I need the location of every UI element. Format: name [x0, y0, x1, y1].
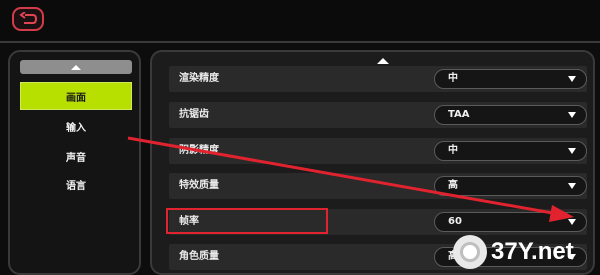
watermark: 37Y.net — [453, 232, 598, 272]
back-button[interactable] — [12, 7, 44, 31]
shadow-precision-dropdown[interactable]: 中 — [434, 141, 587, 161]
frame-rate-highlight-box — [166, 208, 328, 234]
setting-label: 渲染精度 — [179, 73, 219, 84]
watermark-text: 37Y.net — [491, 238, 574, 265]
anti-aliasing-dropdown[interactable]: TAA — [434, 105, 587, 125]
dropdown-value: 中 — [448, 73, 458, 84]
setting-label: 抗锯齿 — [179, 109, 209, 120]
watermark-logo-icon — [453, 235, 487, 269]
setting-label: 阴影精度 — [179, 145, 219, 156]
category-graphics[interactable]: 画面 — [20, 82, 132, 110]
category-sound[interactable]: 声音 — [20, 142, 132, 170]
triangle-down-icon — [568, 148, 576, 154]
triangle-down-icon — [568, 219, 576, 225]
triangle-down-icon — [568, 183, 576, 189]
setting-row-render-precision: 渲染精度 中 — [169, 66, 587, 92]
triangle-up-icon — [71, 64, 81, 70]
setting-label: 角色质量 — [179, 251, 219, 262]
dropdown-value: 60 — [448, 216, 462, 227]
triangle-down-icon — [568, 112, 576, 118]
setting-row-effects-quality: 特效质量 高 — [169, 173, 587, 199]
setting-row-anti-aliasing: 抗锯齿 TAA — [169, 102, 587, 128]
frame-rate-dropdown[interactable]: 60 — [434, 212, 587, 232]
top-bar — [0, 0, 600, 40]
category-panel: 画面 输入 声音 语言 — [8, 50, 141, 275]
category-language[interactable]: 语言 — [20, 170, 132, 198]
setting-label: 特效质量 — [179, 180, 219, 191]
back-arrow-icon — [19, 12, 37, 24]
dropdown-value: TAA — [448, 109, 470, 120]
setting-row-shadow-precision: 阴影精度 中 — [169, 138, 587, 164]
render-precision-dropdown[interactable]: 中 — [434, 69, 587, 89]
settings-scroll-up-icon[interactable] — [377, 58, 389, 64]
effects-quality-dropdown[interactable]: 高 — [434, 176, 587, 196]
header-divider — [0, 41, 600, 43]
triangle-down-icon — [568, 76, 576, 82]
category-scroll-up[interactable] — [20, 60, 132, 74]
category-input[interactable]: 输入 — [20, 112, 132, 140]
dropdown-value: 中 — [448, 145, 458, 156]
dropdown-value: 高 — [448, 180, 458, 191]
